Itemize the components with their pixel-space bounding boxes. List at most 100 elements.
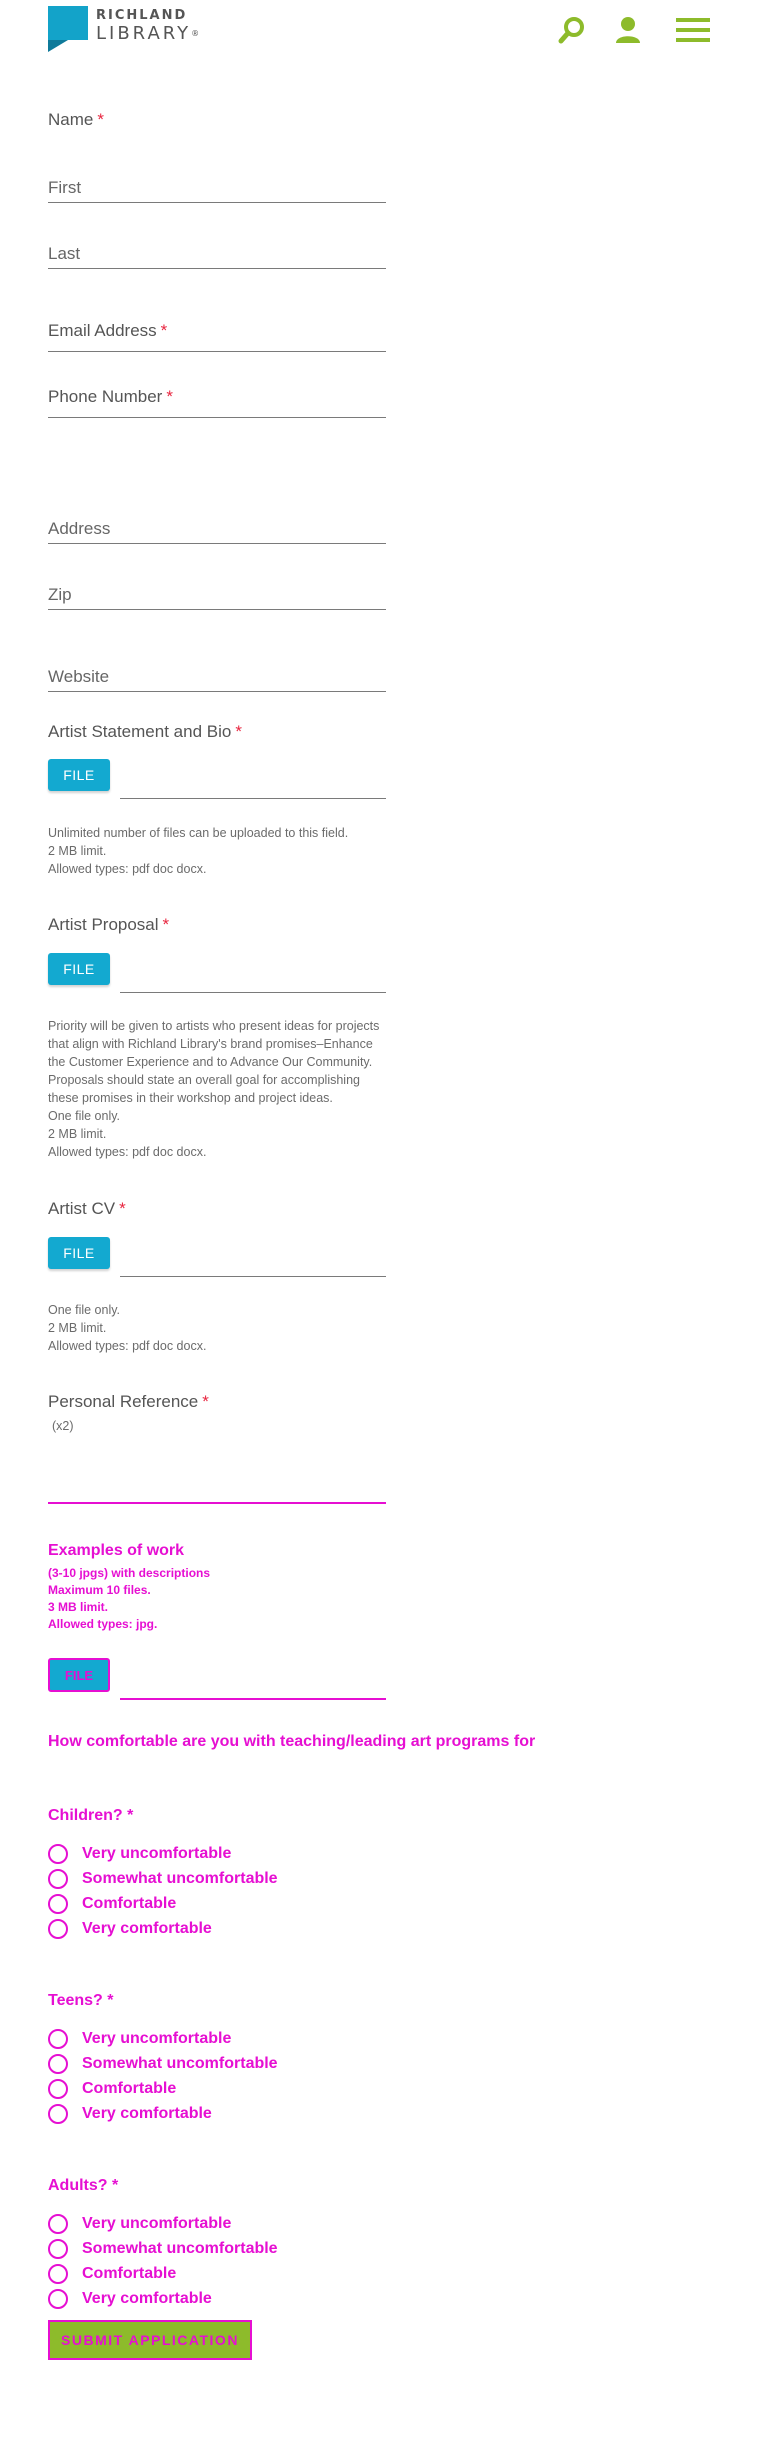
adults-option-comfortable[interactable]: Comfortable: [48, 2263, 176, 2285]
help-line: Allowed types: pdf doc docx.: [48, 1339, 207, 1353]
examples-of-work-title: Examples of work: [48, 1542, 185, 1559]
search-icon[interactable]: [556, 14, 588, 46]
help-line: One file only.: [48, 1303, 121, 1317]
name-label: Name *: [48, 110, 104, 130]
radio-icon[interactable]: [48, 2239, 68, 2259]
radio-icon[interactable]: [48, 1894, 68, 1914]
artist-statement-label: Artist Statement and Bio *: [48, 722, 242, 742]
adults-option-somewhat-uncomfortable[interactable]: Somewhat uncomfortable: [48, 2238, 278, 2260]
required-mark: *: [127, 1807, 134, 1824]
artist-statement-file-underline: [120, 798, 386, 799]
artist-proposal-label: Artist Proposal *: [48, 915, 169, 935]
personal-reference-note: (x2): [52, 1419, 74, 1433]
logo-mark-icon: [48, 6, 88, 52]
required-mark: *: [235, 722, 242, 741]
required-mark: *: [107, 1992, 114, 2009]
artist-proposal-file-button[interactable]: FILE: [48, 953, 110, 985]
radio-icon[interactable]: [48, 2079, 68, 2099]
teens-option-comfortable[interactable]: Comfortable: [48, 2078, 176, 2100]
radio-icon[interactable]: [48, 2054, 68, 2074]
first-name-input[interactable]: [48, 165, 386, 203]
teens-option-very-uncomfortable[interactable]: Very uncomfortable: [48, 2028, 231, 2050]
help-line: Allowed types: pdf doc docx.: [48, 862, 207, 876]
help-line: 3 MB limit.: [48, 1600, 109, 1614]
artist-proposal-help: Priority will be given to artists who pr…: [48, 1017, 388, 1161]
address-input[interactable]: [48, 506, 386, 544]
teens-option-somewhat-uncomfortable[interactable]: Somewhat uncomfortable: [48, 2053, 278, 2075]
required-mark: *: [119, 1199, 126, 1218]
artist-cv-label-text: Artist CV: [48, 1199, 116, 1218]
phone-field[interactable]: [48, 380, 386, 418]
examples-of-work-help: (3-10 jpgs) with descriptions Maximum 10…: [48, 1565, 210, 1633]
children-option-somewhat-uncomfortable[interactable]: Somewhat uncomfortable: [48, 1868, 278, 1890]
radio-label: Very comfortable: [82, 1920, 212, 1937]
logo-line2: LIBRARY®: [96, 24, 199, 44]
required-mark: *: [112, 2177, 119, 2194]
richland-library-logo[interactable]: RICHLAND LIBRARY®: [48, 6, 199, 52]
logo-line1: RICHLAND: [96, 8, 188, 23]
name-label-text: Name: [48, 110, 94, 129]
artist-proposal-file-underline: [120, 992, 386, 993]
children-label: Children? *: [48, 1807, 133, 1825]
artist-statement-label-text: Artist Statement and Bio: [48, 722, 232, 741]
site-header: RICHLAND LIBRARY®: [0, 0, 768, 56]
required-mark: *: [162, 915, 170, 934]
artist-cv-file-button[interactable]: FILE: [48, 1237, 110, 1269]
personal-reference-label-text: Personal Reference: [48, 1392, 199, 1411]
radio-label: Comfortable: [82, 2265, 177, 2282]
personal-reference-label: Personal Reference *: [48, 1392, 209, 1412]
artist-cv-label: Artist CV *: [48, 1199, 126, 1219]
email-field[interactable]: [48, 314, 386, 352]
examples-file-button[interactable]: FILE: [48, 1658, 110, 1692]
help-line: 2 MB limit.: [48, 1321, 107, 1335]
help-line: 2 MB limit.: [48, 1127, 107, 1141]
radio-icon[interactable]: [48, 1844, 68, 1864]
children-option-very-comfortable[interactable]: Very comfortable: [48, 1918, 212, 1940]
radio-label: Somewhat uncomfortable: [82, 2055, 278, 2072]
required-mark: *: [97, 110, 104, 129]
adults-option-very-comfortable[interactable]: Very comfortable: [48, 2288, 212, 2310]
adults-option-very-uncomfortable[interactable]: Very uncomfortable: [48, 2213, 231, 2235]
hamburger-menu-icon[interactable]: [674, 14, 712, 46]
help-line: One file only.: [48, 1109, 121, 1123]
teens-label: Teens? *: [48, 1992, 114, 2010]
adults-label-text: Adults?: [48, 2177, 108, 2194]
radio-label: Very uncomfortable: [82, 2030, 232, 2047]
help-line: (3-10 jpgs) with descriptions: [48, 1566, 211, 1580]
radio-label: Very uncomfortable: [82, 1845, 232, 1862]
radio-icon[interactable]: [48, 2029, 68, 2049]
website-input[interactable]: [48, 654, 386, 692]
children-option-comfortable[interactable]: Comfortable: [48, 1893, 176, 1915]
artist-statement-file-button[interactable]: FILE: [48, 759, 110, 791]
user-icon[interactable]: [612, 14, 644, 46]
artist-cv-file-underline: [120, 1276, 386, 1277]
help-line: Unlimited number of files can be uploade…: [48, 826, 349, 840]
help-paragraph: Priority will be given to artists who pr…: [48, 1019, 380, 1105]
artist-proposal-label-text: Artist Proposal: [48, 915, 159, 934]
help-line: Allowed types: jpg.: [48, 1617, 158, 1631]
artist-statement-help: Unlimited number of files can be uploade…: [48, 824, 388, 878]
radio-icon[interactable]: [48, 2264, 68, 2284]
radio-icon[interactable]: [48, 2214, 68, 2234]
radio-label: Comfortable: [82, 2080, 177, 2097]
adults-label: Adults? *: [48, 2177, 118, 2195]
radio-icon[interactable]: [48, 1919, 68, 1939]
help-line: 2 MB limit.: [48, 844, 107, 858]
radio-icon[interactable]: [48, 1869, 68, 1889]
required-mark: *: [202, 1392, 209, 1411]
help-line: Allowed types: pdf doc docx.: [48, 1145, 207, 1159]
radio-label: Somewhat uncomfortable: [82, 1870, 278, 1887]
logo-registered-mark: ®: [191, 29, 200, 38]
logo-text: RICHLAND LIBRARY®: [96, 8, 199, 44]
help-line: Maximum 10 files.: [48, 1583, 151, 1597]
radio-icon[interactable]: [48, 2289, 68, 2309]
artist-cv-help: One file only. 2 MB limit. Allowed types…: [48, 1301, 388, 1355]
submit-application-button[interactable]: SUBMIT APPLICATION: [48, 2320, 252, 2360]
radio-icon[interactable]: [48, 2104, 68, 2124]
zip-input[interactable]: [48, 572, 386, 610]
personal-reference-underline[interactable]: [48, 1502, 386, 1504]
teens-option-very-comfortable[interactable]: Very comfortable: [48, 2103, 212, 2125]
logo-line2-text: LIBRARY: [96, 23, 192, 44]
children-option-very-uncomfortable[interactable]: Very uncomfortable: [48, 1843, 231, 1865]
last-name-input[interactable]: [48, 231, 386, 269]
